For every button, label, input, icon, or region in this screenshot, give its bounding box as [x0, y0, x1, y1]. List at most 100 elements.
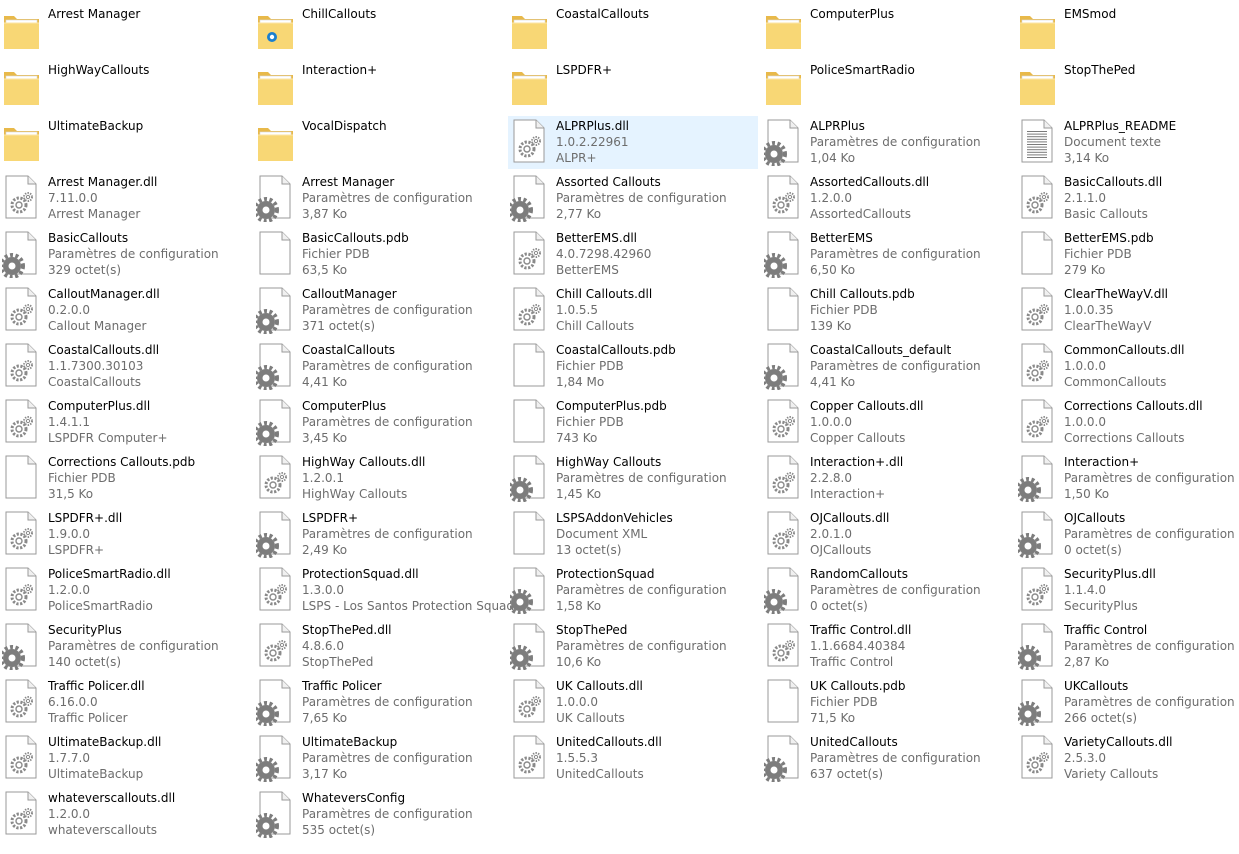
file-item-text: Interaction+.dll 2.2.8.0 Interaction+ — [810, 454, 903, 502]
file-item[interactable]: StopThePed.dll 4.8.6.0 StopThePed — [254, 620, 504, 673]
file-item-text: Corrections Callouts.dll 1.0.0.0 Correctio… — [1064, 398, 1203, 446]
file-item-text: HighWayCallouts — [48, 62, 149, 78]
file-item[interactable]: Corrections Callouts.pdb Fichier PDB 31,5 … — [0, 452, 250, 505]
file-item[interactable]: HighWay Callouts Paramètres de configurat… — [508, 452, 758, 505]
file-item[interactable]: HighWay Callouts.dll 1.2.0.1 HighWay Callo… — [254, 452, 504, 505]
file-item[interactable]: UKCallouts Paramètres de configuration 266… — [1016, 676, 1239, 729]
file-item[interactable]: VarietyCallouts.dll 2.5.3.0 Variety Callou… — [1016, 732, 1239, 785]
file-item[interactable]: Chill Callouts.dll 1.0.5.5 Chill Callouts — [508, 284, 758, 337]
file-size-or-product: Interaction+ — [810, 487, 886, 501]
file-item[interactable]: AssortedCallouts.dll 1.2.0.0 AssortedCallo… — [762, 172, 1012, 225]
file-type-or-version: Paramètres de configuration — [810, 247, 981, 261]
folder-icon — [2, 6, 42, 54]
file-item[interactable]: CoastalCallouts_default Paramètres de con… — [762, 340, 1012, 393]
file-item[interactable]: Traffic Policer Paramètres de configurati… — [254, 676, 504, 729]
file-item[interactable]: CalloutManager Paramètres de configuratio… — [254, 284, 504, 337]
file-item[interactable]: Assorted Callouts Paramètres de configura… — [508, 172, 758, 225]
file-item-text: UltimateBackup Paramètres de configuratio… — [302, 734, 473, 782]
config-file-icon — [256, 678, 296, 726]
file-item[interactable]: ALPRPlus.dll 1.0.2.22961 ALPR+ — [508, 116, 758, 169]
file-item[interactable]: Traffic Control Paramètres de configurati… — [1016, 620, 1239, 673]
file-item[interactable]: LSPDFR+ Paramètres de configuration 2,49 K… — [254, 508, 504, 561]
file-item[interactable]: ProtectionSquad.dll 1.3.0.0 LSPS - Los San… — [254, 564, 514, 617]
file-item[interactable]: PoliceSmartRadio — [762, 60, 1012, 113]
file-item[interactable]: BasicCallouts.pdb Fichier PDB 63,5 Ko — [254, 228, 504, 281]
file-item[interactable]: ComputerPlus Paramètres de configuration 3… — [254, 396, 504, 449]
dll-file-icon — [2, 174, 42, 222]
file-icon — [256, 230, 296, 278]
file-item[interactable]: LSPDFR+.dll 1.9.0.0 LSPDFR+ — [0, 508, 250, 561]
file-item[interactable]: UnitedCallouts Paramètres de configuratio… — [762, 732, 1012, 785]
file-size-or-product: ALPR+ — [556, 151, 597, 165]
file-item[interactable]: StopThePed Paramètres de configuration 10,… — [508, 620, 758, 673]
file-item[interactable]: RandomCallouts Paramètres de configuratio… — [762, 564, 1012, 617]
file-item[interactable]: whateverscallouts.dll 1.2.0.0 whateverscal… — [0, 788, 250, 841]
file-item[interactable]: CoastalCallouts.dll 1.1.7300.30103 Coastal… — [0, 340, 250, 393]
file-item[interactable]: VocalDispatch — [254, 116, 504, 169]
file-type-or-version: Paramètres de configuration — [556, 191, 727, 205]
file-item[interactable]: ComputerPlus — [762, 4, 1012, 57]
file-item[interactable]: PoliceSmartRadio.dll 1.2.0.0 PoliceSmartRa… — [0, 564, 250, 617]
file-item-text: AssortedCallouts.dll 1.2.0.0 AssortedCallo… — [810, 174, 929, 222]
file-item[interactable]: CoastalCallouts Paramètres de configurati… — [254, 340, 504, 393]
file-item[interactable]: LSPDFR+ — [508, 60, 758, 113]
file-item-text: OJCallouts.dll 2.0.1.0 OJCallouts — [810, 510, 889, 558]
file-item[interactable]: Corrections Callouts.dll 1.0.0.0 Correctio… — [1016, 396, 1239, 449]
file-item[interactable]: LSPSAddonVehicles Document XML 13 octet(s) — [508, 508, 758, 561]
file-item[interactable]: UltimateBackup.dll 1.7.7.0 UltimateBackup — [0, 732, 250, 785]
file-item[interactable]: OJCallouts Paramètres de configuration 0 o… — [1016, 508, 1239, 561]
file-item[interactable]: UK Callouts.pdb Fichier PDB 71,5 Ko — [762, 676, 1012, 729]
file-item[interactable]: HighWayCallouts — [0, 60, 250, 113]
file-item[interactable]: BasicCallouts Paramètres de configuration… — [0, 228, 250, 281]
file-item[interactable]: UnitedCallouts.dll 1.5.5.3 UnitedCallouts — [508, 732, 758, 785]
file-item[interactable]: SecurityPlus.dll 1.1.4.0 SecurityPlus — [1016, 564, 1239, 617]
file-item[interactable]: Interaction+ — [254, 60, 504, 113]
file-item[interactable]: CommonCallouts.dll 1.0.0.0 CommonCallouts — [1016, 340, 1239, 393]
file-item[interactable]: Traffic Policer.dll 6.16.0.0 Traffic Polic… — [0, 676, 250, 729]
file-item[interactable]: ALPRPlus Paramètres de configuration 1,04 … — [762, 116, 1012, 169]
file-item[interactable]: EMSmod — [1016, 4, 1239, 57]
file-size-or-product: 1,58 Ko — [556, 599, 602, 613]
file-item[interactable]: ClearTheWayV.dll 1.0.0.35 ClearTheWayV — [1016, 284, 1239, 337]
file-item-text: CoastalCallouts — [556, 6, 649, 22]
file-item[interactable]: Chill Callouts.pdb Fichier PDB 139 Ko — [762, 284, 1012, 337]
dll-file-icon — [764, 174, 804, 222]
file-item[interactable]: Arrest Manager Paramètres de configuratio… — [254, 172, 504, 225]
file-item[interactable]: Interaction+ Paramètres de configuration 1… — [1016, 452, 1239, 505]
file-item[interactable]: ComputerPlus.dll 1.4.1.1 LSPDFR Computer+ — [0, 396, 250, 449]
file-item[interactable]: Traffic Control.dll 1.1.6684.40384 Traffic… — [762, 620, 1012, 673]
file-item[interactable]: ALPRPlus_README Document texte 3,14 Ko — [1016, 116, 1239, 169]
file-item[interactable]: Arrest Manager.dll 7.11.0.0 Arrest Manager — [0, 172, 250, 225]
file-item[interactable]: CoastalCallouts.pdb Fichier PDB 1,84 Mo — [508, 340, 758, 393]
file-item[interactable]: Copper Callouts.dll 1.0.0.0 Copper Callout… — [762, 396, 1012, 449]
file-item[interactable]: BetterEMS.pdb Fichier PDB 279 Ko — [1016, 228, 1239, 281]
file-item[interactable]: SecurityPlus Paramètres de configuration 1… — [0, 620, 250, 673]
file-item[interactable]: UK Callouts.dll 1.0.0.0 UK Callouts — [508, 676, 758, 729]
file-name: CoastalCallouts — [556, 7, 650, 21]
file-item[interactable]: CoastalCallouts — [508, 4, 758, 57]
file-item[interactable]: CalloutManager.dll 0.2.0.0 Callout Manager — [0, 284, 250, 337]
file-item[interactable]: ComputerPlus.pdb Fichier PDB 743 Ko — [508, 396, 758, 449]
file-item[interactable]: StopThePed — [1016, 60, 1239, 113]
file-size-or-product: 1,50 Ko — [1064, 487, 1110, 501]
file-item-text: PoliceSmartRadio.dll 1.2.0.0 PoliceSmartRa… — [48, 566, 171, 614]
file-item[interactable]: BetterEMS Paramètres de configuration 6,50… — [762, 228, 1012, 281]
file-item[interactable]: UltimateBackup Paramètres de configuratio… — [254, 732, 504, 785]
folder-icon — [256, 62, 296, 110]
file-item[interactable]: Interaction+.dll 2.2.8.0 Interaction+ — [762, 452, 1012, 505]
dll-file-icon — [510, 230, 550, 278]
file-item[interactable]: WhateversConfig Paramètres de configurati… — [254, 788, 504, 841]
file-type-or-version: 1.0.0.35 — [1064, 303, 1114, 317]
file-item[interactable]: BetterEMS.dll 4.0.7298.42960 BetterEMS — [508, 228, 758, 281]
file-name: Chill Callouts.dll — [556, 287, 653, 301]
file-item[interactable]: Arrest Manager — [0, 4, 250, 57]
file-item[interactable]: BasicCallouts.dll 2.1.1.0 Basic Callouts — [1016, 172, 1239, 225]
file-item[interactable]: ProtectionSquad Paramètres de configurati… — [508, 564, 758, 617]
file-name: PoliceSmartRadio — [810, 63, 915, 77]
file-size-or-product: 2,77 Ko — [556, 207, 602, 221]
file-item[interactable]: ChillCallouts — [254, 4, 504, 57]
file-item[interactable]: UltimateBackup — [0, 116, 250, 169]
file-item[interactable]: OJCallouts.dll 2.0.1.0 OJCallouts — [762, 508, 1012, 561]
file-type-or-version: 4.0.7298.42960 — [556, 247, 652, 261]
file-name: LSPSAddonVehicles — [556, 511, 673, 525]
